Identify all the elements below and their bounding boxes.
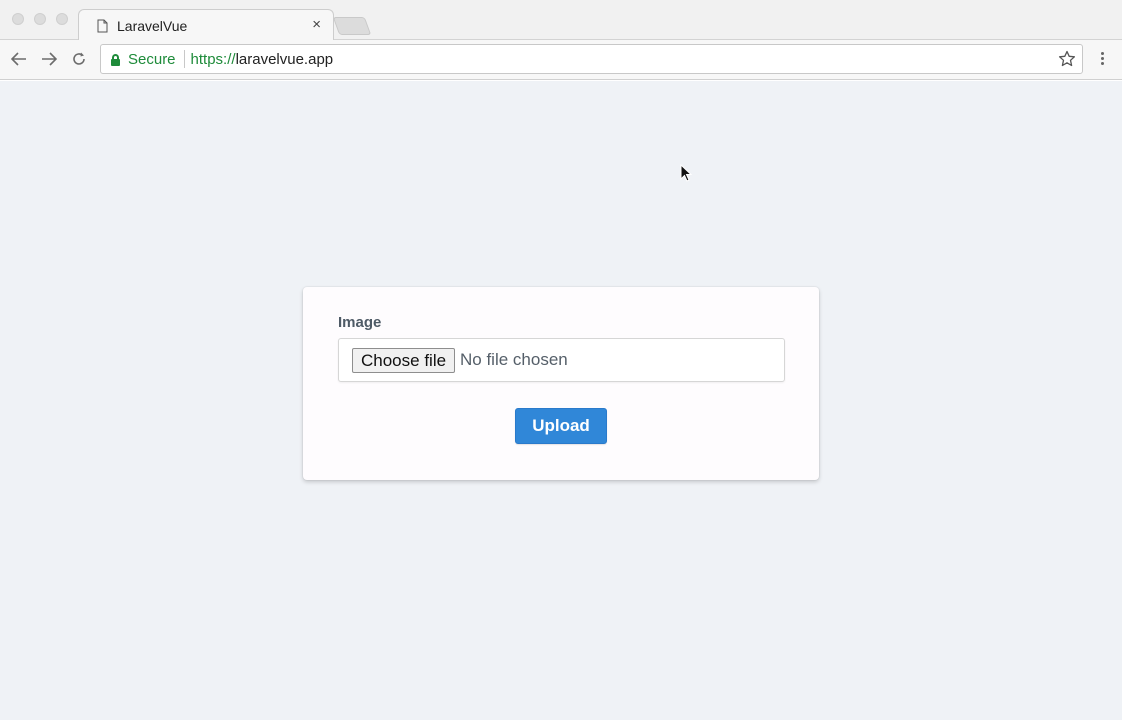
window-close-control[interactable] <box>12 13 24 25</box>
url-host: laravelvue.app <box>235 50 334 68</box>
image-field-label: Image <box>338 314 382 331</box>
lock-icon <box>111 53 120 66</box>
file-status-text: No file chosen <box>460 350 568 369</box>
browser-tab[interactable]: LaravelVue × <box>78 9 334 41</box>
tab-title: LaravelVue <box>117 17 188 34</box>
arrow-left-icon <box>11 52 26 66</box>
new-tab-button[interactable] <box>332 17 372 35</box>
browser-menu-icon[interactable] <box>1096 50 1108 70</box>
address-bar[interactable]: Secure https://laravelvue.app <box>100 44 1083 74</box>
window-minimize-control[interactable] <box>34 13 46 25</box>
page-icon <box>97 19 108 32</box>
upload-card: Image Choose file No file chosen Upload <box>303 287 819 480</box>
window-zoom-control[interactable] <box>56 13 68 25</box>
browser-titlebar: LaravelVue × <box>0 0 1122 41</box>
secure-label: Secure <box>128 50 176 68</box>
arrow-right-icon <box>42 52 57 66</box>
forward-button[interactable] <box>38 48 60 70</box>
reload-button[interactable] <box>68 48 90 70</box>
reload-icon <box>73 52 85 65</box>
url-scheme: https:// <box>190 50 236 68</box>
bookmark-star-icon[interactable] <box>1058 50 1076 68</box>
mouse-cursor-icon <box>680 164 692 182</box>
tab-close-icon[interactable]: × <box>312 16 321 33</box>
back-button[interactable] <box>8 48 30 70</box>
file-input[interactable]: Choose file No file chosen <box>338 338 785 382</box>
url-text[interactable]: https://laravelvue.app <box>191 51 334 68</box>
browser-toolbar: Secure https://laravelvue.app <box>0 40 1122 80</box>
address-separator <box>183 50 185 68</box>
choose-file-button[interactable]: Choose file <box>352 348 456 373</box>
upload-button[interactable]: Upload <box>515 408 607 444</box>
page-viewport: Image Choose file No file chosen Upload <box>0 81 1122 720</box>
